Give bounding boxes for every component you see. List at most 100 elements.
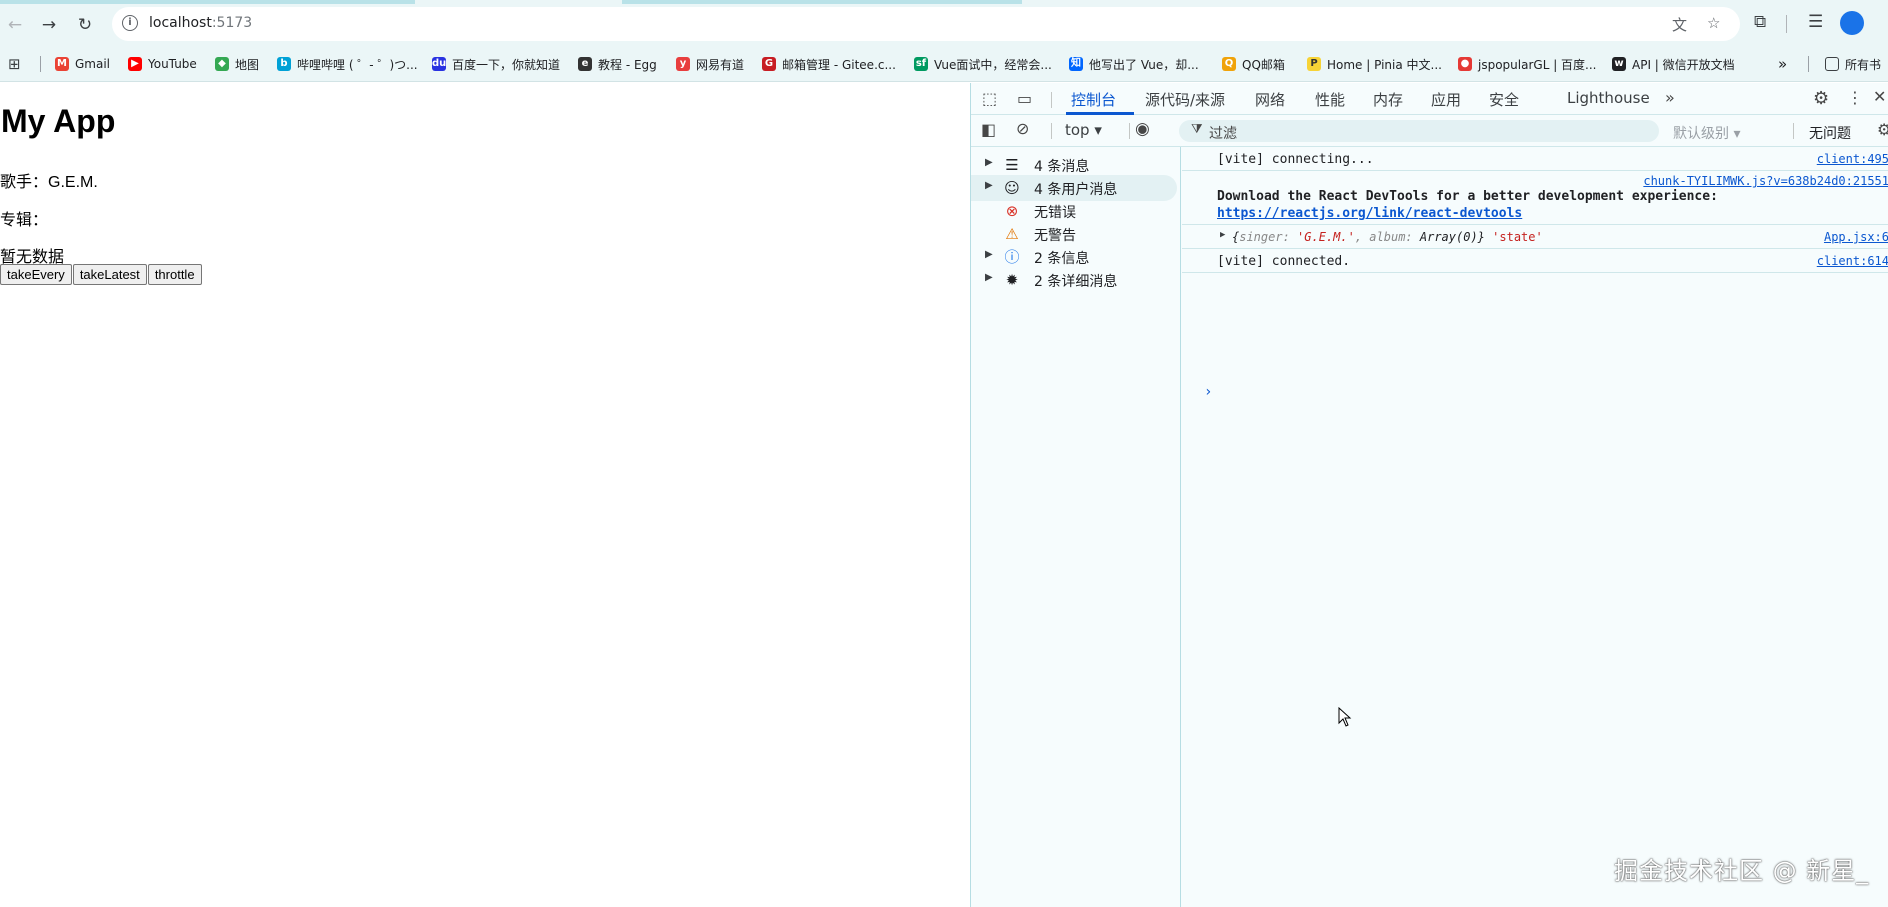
singer-line: 歌手：G.E.M. bbox=[0, 174, 98, 191]
apps-grid-icon[interactable]: ⊞ bbox=[8, 55, 21, 73]
bookmark-item[interactable]: ◆ 地图 bbox=[215, 55, 259, 73]
bookmark-item[interactable]: w API | 微信开放文档 bbox=[1612, 55, 1735, 73]
settings-gear-icon[interactable]: ⚙ bbox=[1813, 88, 1829, 109]
console-prompt-icon[interactable]: › bbox=[1204, 384, 1212, 400]
tab-application[interactable]: 应用 bbox=[1431, 89, 1461, 110]
tab-memory[interactable]: 内存 bbox=[1373, 89, 1403, 110]
bookmark-item[interactable]: P Home | Pinia 中文... bbox=[1307, 55, 1442, 73]
tab-strip-accent bbox=[0, 0, 415, 4]
sidebar-toggle-icon[interactable]: ◧ bbox=[981, 120, 996, 139]
console-filter-input[interactable]: ⧩ 过滤 bbox=[1179, 120, 1659, 142]
close-devtools-icon[interactable]: ✕ bbox=[1873, 87, 1886, 106]
reload-icon[interactable]: ↻ bbox=[72, 12, 98, 38]
obj-brace: } bbox=[1477, 230, 1485, 244]
issues-counter[interactable]: 无问题 bbox=[1809, 123, 1851, 143]
back-icon[interactable]: ← bbox=[2, 12, 28, 38]
devtools-panel: ⬚ ▭ 控制台 源代码/来源 网络 性能 内存 应用 安全 Lighthouse… bbox=[970, 83, 1888, 907]
sidebar-item-label: 2 条详细消息 bbox=[1034, 274, 1118, 290]
all-bookmarks-folder[interactable]: 所有书 bbox=[1825, 55, 1881, 73]
bookmark-item[interactable]: 知他写出了 Vue，却... bbox=[1069, 55, 1199, 73]
watermark-text: 掘金技术社区 @ 新星_ bbox=[1614, 857, 1870, 885]
page-content: My App 歌手：G.E.M. 专辑： 暂无数据 takeEvery take… bbox=[0, 83, 970, 907]
reading-list-icon[interactable]: ☰ bbox=[1808, 12, 1823, 32]
console-log-area: [vite] connecting... client:495 chunk-TY… bbox=[1182, 147, 1888, 907]
inspect-element-icon[interactable]: ⬚ bbox=[982, 89, 997, 108]
log-entry: ▶ {singer: 'G.E.M.', album: Array(0)} 's… bbox=[1182, 225, 1888, 249]
extensions-icon[interactable]: ⧉ bbox=[1754, 12, 1766, 32]
throttle-button[interactable]: throttle bbox=[147, 264, 202, 285]
bookmark-item[interactable]: Q QQ邮箱 bbox=[1222, 55, 1285, 73]
sidebar-item-verbose[interactable]: ▶ ✹ 2 条详细消息 bbox=[971, 267, 1177, 293]
tab-performance[interactable]: 性能 bbox=[1315, 89, 1345, 110]
tab-security[interactable]: 安全 bbox=[1489, 89, 1519, 110]
zhihu-icon: 知 bbox=[1069, 57, 1083, 71]
translate-icon[interactable]: 文 bbox=[1672, 14, 1687, 35]
log-source-link[interactable]: chunk-TYILIMWK.js?v=638b24d0:21551 bbox=[1643, 174, 1888, 188]
expand-triangle-icon[interactable]: ▶ bbox=[985, 249, 993, 260]
forward-icon[interactable]: → bbox=[36, 12, 62, 38]
bookmark-label: 地图 bbox=[235, 57, 260, 72]
tab-sources[interactable]: 源代码/来源 bbox=[1145, 89, 1225, 110]
log-source-link[interactable]: client:614 bbox=[1817, 254, 1888, 268]
bookmarks-overflow-button[interactable]: » bbox=[1778, 55, 1787, 73]
device-toolbar-icon[interactable]: ▭ bbox=[1017, 89, 1032, 108]
bug-icon: ✹ bbox=[1005, 271, 1019, 289]
youtube-icon: ▶ bbox=[128, 57, 142, 71]
bookmark-item[interactable]: G 邮箱管理 - Gitee.c... bbox=[762, 55, 896, 73]
sidebar-item-label: 4 条消息 bbox=[1034, 159, 1090, 175]
more-options-icon[interactable]: ⋮ bbox=[1847, 88, 1863, 107]
bookmark-item[interactable]: e 教程 - Egg bbox=[578, 55, 657, 73]
expand-triangle-icon[interactable]: ▶ bbox=[985, 157, 993, 168]
bookmark-label: YouTube bbox=[148, 57, 197, 71]
tab-console[interactable]: 控制台 bbox=[1071, 89, 1116, 110]
toolbar-divider bbox=[1786, 15, 1787, 33]
bookmark-item[interactable]: ● jspopularGL | 百度... bbox=[1458, 55, 1597, 73]
bookmarks-divider bbox=[40, 56, 41, 72]
bookmark-item[interactable]: b 哔哩哔哩 ( ゜- ゜)つ... bbox=[277, 55, 418, 73]
toolbar-divider bbox=[1129, 123, 1130, 139]
context-selector[interactable]: top ▾ bbox=[1065, 121, 1102, 139]
address-bar[interactable]: i localhost:5173 文 ☆ bbox=[112, 7, 1740, 41]
url-text[interactable]: localhost:5173 bbox=[149, 15, 252, 31]
bookmark-item[interactable]: sf Vue面试中，经常会... bbox=[914, 55, 1052, 73]
log-message: Download the React DevTools for a better… bbox=[1217, 189, 1718, 204]
bookmark-label: QQ邮箱 bbox=[1242, 57, 1285, 72]
tab-strip-accent bbox=[622, 0, 1022, 4]
bookmark-item[interactable]: ▶ YouTube bbox=[128, 55, 197, 73]
tab-network[interactable]: 网络 bbox=[1255, 89, 1285, 110]
bookmark-label: Gmail bbox=[75, 57, 111, 71]
bookmark-label: 百度一下，你就知道 bbox=[452, 57, 561, 72]
log-source-link[interactable]: App.jsx:6 bbox=[1824, 230, 1888, 244]
mouse-cursor-icon bbox=[1338, 707, 1352, 727]
youdao-icon: y bbox=[676, 57, 690, 71]
bookmark-label: 教程 - Egg bbox=[598, 57, 657, 72]
bookmark-label: 他写出了 Vue，却... bbox=[1089, 57, 1199, 72]
devtools-tab-bar: ⬚ ▭ 控制台 源代码/来源 网络 性能 内存 应用 安全 Lighthouse… bbox=[971, 83, 1888, 115]
expand-object-icon[interactable]: ▶ bbox=[1220, 230, 1225, 240]
log-source-link[interactable]: client:495 bbox=[1817, 152, 1888, 166]
more-tabs-icon[interactable]: » bbox=[1665, 88, 1675, 107]
react-devtools-link[interactable]: https://reactjs.org/link/react-devtools bbox=[1217, 206, 1522, 221]
bookmark-item[interactable]: du 百度一下，你就知道 bbox=[432, 55, 560, 73]
site-info-icon[interactable]: i bbox=[122, 15, 138, 31]
expand-triangle-icon[interactable]: ▶ bbox=[985, 272, 993, 283]
bookmark-star-icon[interactable]: ☆ bbox=[1707, 14, 1720, 32]
egg-icon: e bbox=[578, 57, 592, 71]
take-latest-button[interactable]: takeLatest bbox=[72, 264, 147, 285]
console-settings-icon[interactable]: ⚙ bbox=[1877, 120, 1888, 139]
bookmark-item[interactable]: M Gmail bbox=[55, 55, 110, 73]
profile-avatar[interactable] bbox=[1840, 11, 1864, 35]
tab-lighthouse[interactable]: Lighthouse bbox=[1567, 89, 1650, 107]
log-object[interactable]: {singer: 'G.E.M.', album: Array(0)} 'sta… bbox=[1232, 230, 1543, 244]
console-sidebar: ▶ ☰ 4 条消息 ▶ ☺ 4 条用户消息 ⊗ 无错误 ⚠ 无警告 ▶ ⓘ 2 … bbox=[971, 147, 1181, 907]
log-levels-dropdown[interactable]: 默认级别 ▾ bbox=[1673, 123, 1740, 143]
clear-console-icon[interactable]: ⊘ bbox=[1016, 119, 1029, 138]
gitee-icon: G bbox=[762, 57, 776, 71]
take-every-button[interactable]: takeEvery bbox=[0, 264, 72, 285]
info-icon: ⓘ bbox=[1004, 248, 1020, 266]
bookmark-item[interactable]: y 网易有道 bbox=[676, 55, 744, 73]
live-expression-eye-icon[interactable]: ◉ bbox=[1135, 119, 1150, 139]
sidebar-item-label: 4 条用户消息 bbox=[1034, 182, 1118, 198]
expand-triangle-icon[interactable]: ▶ bbox=[985, 180, 993, 191]
browser-toolbar: ← → ↻ i localhost:5173 文 ☆ ⧉ ☰ bbox=[0, 0, 1888, 46]
